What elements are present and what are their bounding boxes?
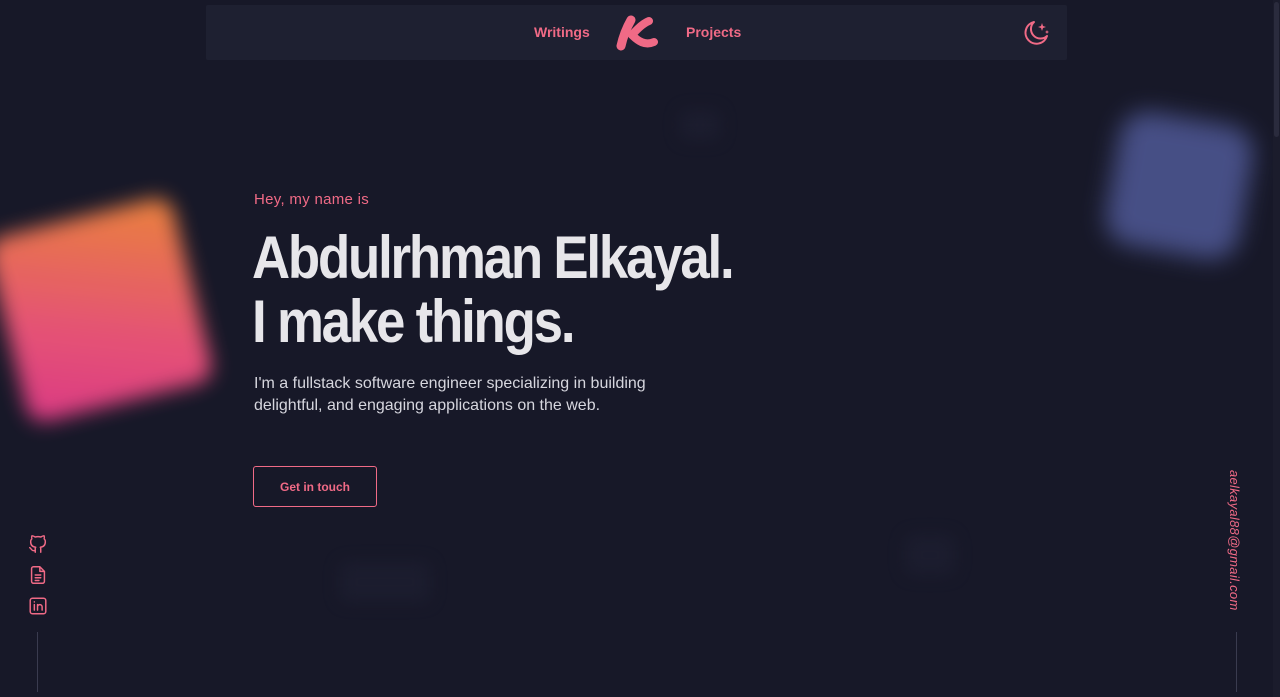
scrollbar-thumb[interactable] [1274, 2, 1279, 137]
resume-document-icon [30, 566, 46, 584]
left-rail-divider [37, 632, 38, 692]
gradient-blob-decoration [0, 194, 216, 426]
github-icon [29, 535, 47, 553]
greeting-text: Hey, my name is [254, 191, 370, 208]
email-text: aelkayal88@gmail.com [1227, 470, 1242, 611]
hero-name: Abdulrhman Elkayal. [252, 224, 735, 291]
background-shape [905, 535, 955, 575]
hero-headline: Abdulrhman Elkayal. I make things. [252, 224, 735, 355]
resume-link[interactable] [27, 564, 49, 586]
page: Writings Projects Hey, my name is Abdulr… [0, 0, 1280, 697]
nav-link-writings[interactable]: Writings [534, 24, 590, 40]
get-in-touch-button[interactable]: Get in touch [253, 466, 377, 507]
background-shape [680, 110, 720, 140]
hero-description: I'm a fullstack software engineer specia… [254, 375, 646, 414]
k-logo-icon[interactable] [612, 15, 660, 51]
hero-tagline: I make things. [252, 288, 575, 355]
email-link[interactable]: aelkayal88@gmail.com [1227, 470, 1247, 615]
github-link[interactable] [27, 533, 49, 555]
background-shape [340, 562, 430, 602]
linkedin-link[interactable] [27, 595, 49, 617]
page-scrollbar[interactable] [1273, 0, 1280, 697]
blue-blob-decoration [1101, 107, 1258, 264]
k-logo-icon [616, 15, 658, 51]
right-rail-divider [1236, 632, 1237, 692]
top-navbar: Writings Projects [206, 5, 1067, 60]
moon-stars-icon [1024, 21, 1049, 45]
nav-link-projects[interactable]: Projects [686, 24, 741, 40]
theme-toggle-button[interactable] [1020, 17, 1052, 49]
linkedin-icon [29, 597, 47, 615]
